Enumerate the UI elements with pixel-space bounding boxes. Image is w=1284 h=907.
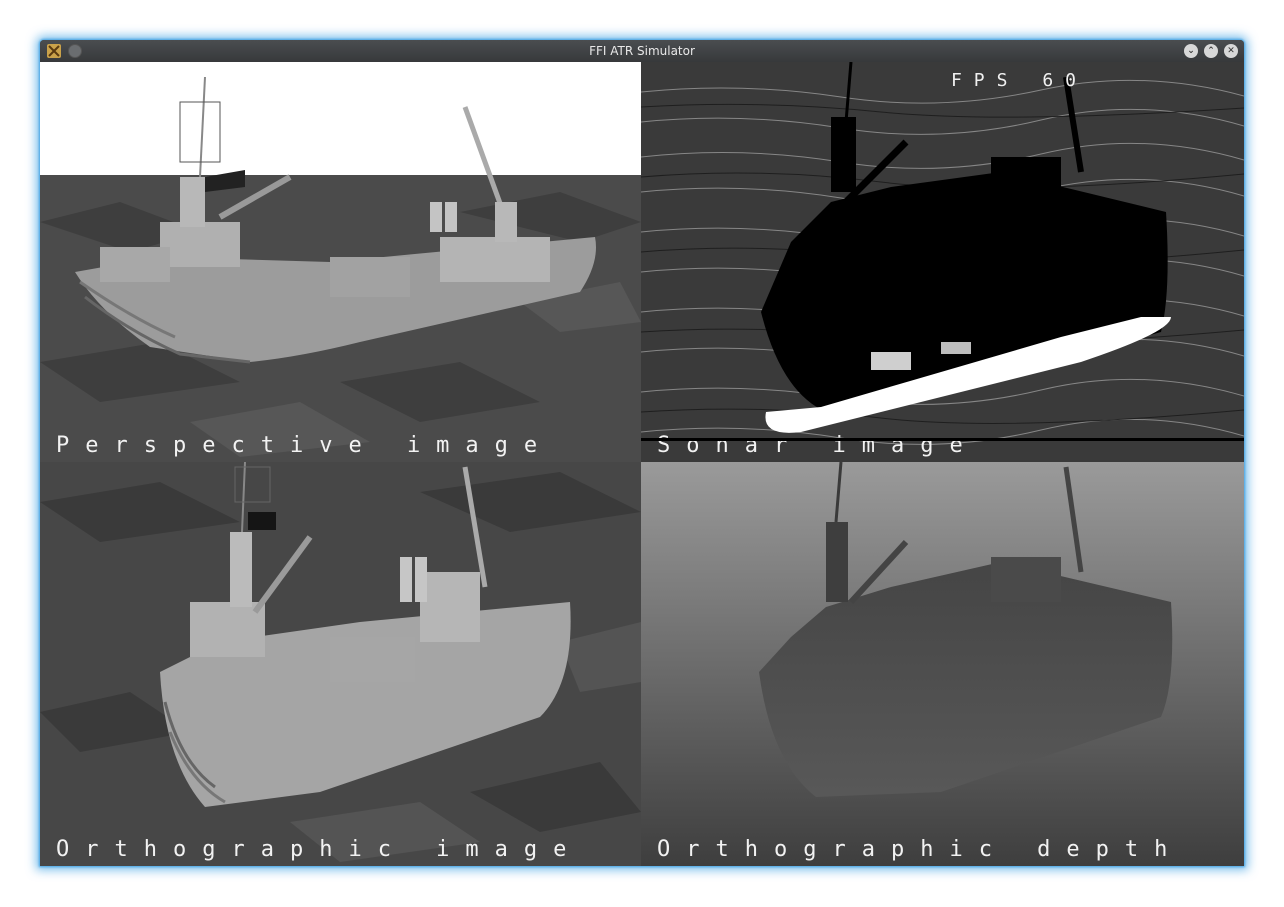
minimize-icon[interactable]: ⌄ — [1184, 44, 1198, 58]
sonar-label: Sonar image — [657, 433, 979, 458]
ortho-image-scene — [40, 462, 641, 866]
fps-counter: FPS 60 — [950, 70, 1088, 91]
ortho-depth-panel[interactable]: Orthographic depth — [641, 462, 1244, 866]
perspective-label: Perspective image — [56, 433, 554, 458]
sonar-scene — [641, 62, 1244, 462]
title-bar[interactable]: FFI ATR Simulator ⌄ ⌃ ✕ — [40, 40, 1244, 62]
ortho-image-panel[interactable]: Orthographic image — [40, 462, 641, 866]
menu-dot-icon[interactable] — [68, 44, 82, 58]
simulator-window: FFI ATR Simulator ⌄ ⌃ ✕ Perspective imag… — [40, 40, 1244, 866]
maximize-icon[interactable]: ⌃ — [1204, 44, 1218, 58]
ortho-image-label: Orthographic image — [56, 837, 583, 862]
close-icon[interactable]: ✕ — [1224, 44, 1238, 58]
render-grid: Perspective image FPS 60 Sonar image Ort… — [40, 62, 1244, 866]
sonar-panel[interactable]: FPS 60 Sonar image — [641, 62, 1244, 462]
window-title: FFI ATR Simulator — [589, 44, 695, 58]
perspective-scene — [40, 62, 641, 462]
panel-divider — [641, 438, 1244, 441]
ortho-depth-scene — [641, 462, 1244, 866]
perspective-panel[interactable]: Perspective image — [40, 62, 641, 462]
ortho-depth-label: Orthographic depth — [657, 837, 1184, 862]
app-icon[interactable] — [46, 43, 62, 59]
